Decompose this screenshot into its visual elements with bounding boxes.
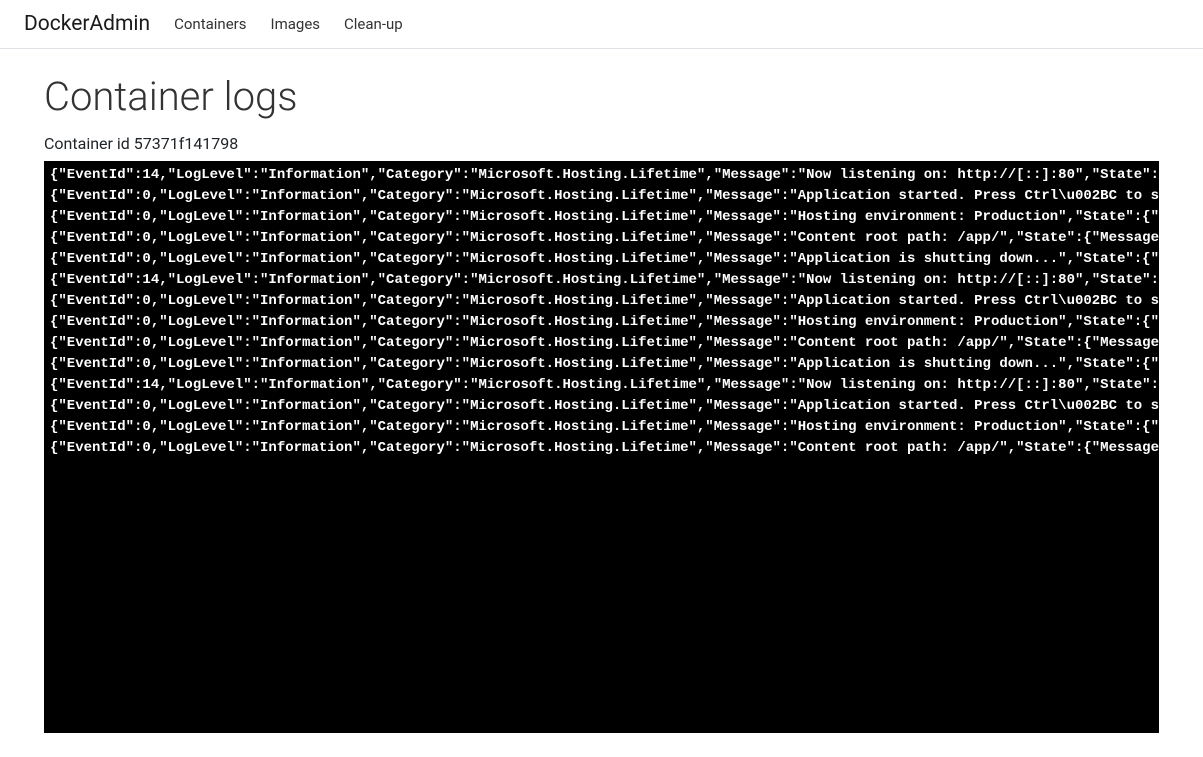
log-line: {"EventId":0,"LogLevel":"Information","C… [50,312,1153,333]
nav-link-containers[interactable]: Containers [174,15,246,33]
navbar: DockerAdmin Containers Images Clean-up [0,0,1203,49]
log-line: {"EventId":0,"LogLevel":"Information","C… [50,333,1153,354]
log-line: {"EventId":0,"LogLevel":"Information","C… [50,417,1153,438]
log-line: {"EventId":0,"LogLevel":"Information","C… [50,207,1153,228]
log-line: {"EventId":0,"LogLevel":"Information","C… [50,354,1153,375]
log-line: {"EventId":14,"LogLevel":"Information","… [50,270,1153,291]
log-line: {"EventId":0,"LogLevel":"Information","C… [50,186,1153,207]
log-line: {"EventId":0,"LogLevel":"Information","C… [50,249,1153,270]
page-title: Container logs [44,73,1159,120]
log-line: {"EventId":0,"LogLevel":"Information","C… [50,291,1153,312]
nav-link-images[interactable]: Images [271,15,321,33]
brand[interactable]: DockerAdmin [24,12,150,36]
main-content: Container logs Container id 57371f141798… [0,49,1203,757]
log-line: {"EventId":0,"LogLevel":"Information","C… [50,396,1153,417]
log-line: {"EventId":14,"LogLevel":"Information","… [50,375,1153,396]
container-id-label: Container id 57371f141798 [44,134,1159,153]
log-output[interactable]: {"EventId":14,"LogLevel":"Information","… [44,161,1159,733]
log-line: {"EventId":14,"LogLevel":"Information","… [50,165,1153,186]
nav-link-cleanup[interactable]: Clean-up [344,15,403,33]
log-line: {"EventId":0,"LogLevel":"Information","C… [50,438,1153,459]
log-line: {"EventId":0,"LogLevel":"Information","C… [50,228,1153,249]
